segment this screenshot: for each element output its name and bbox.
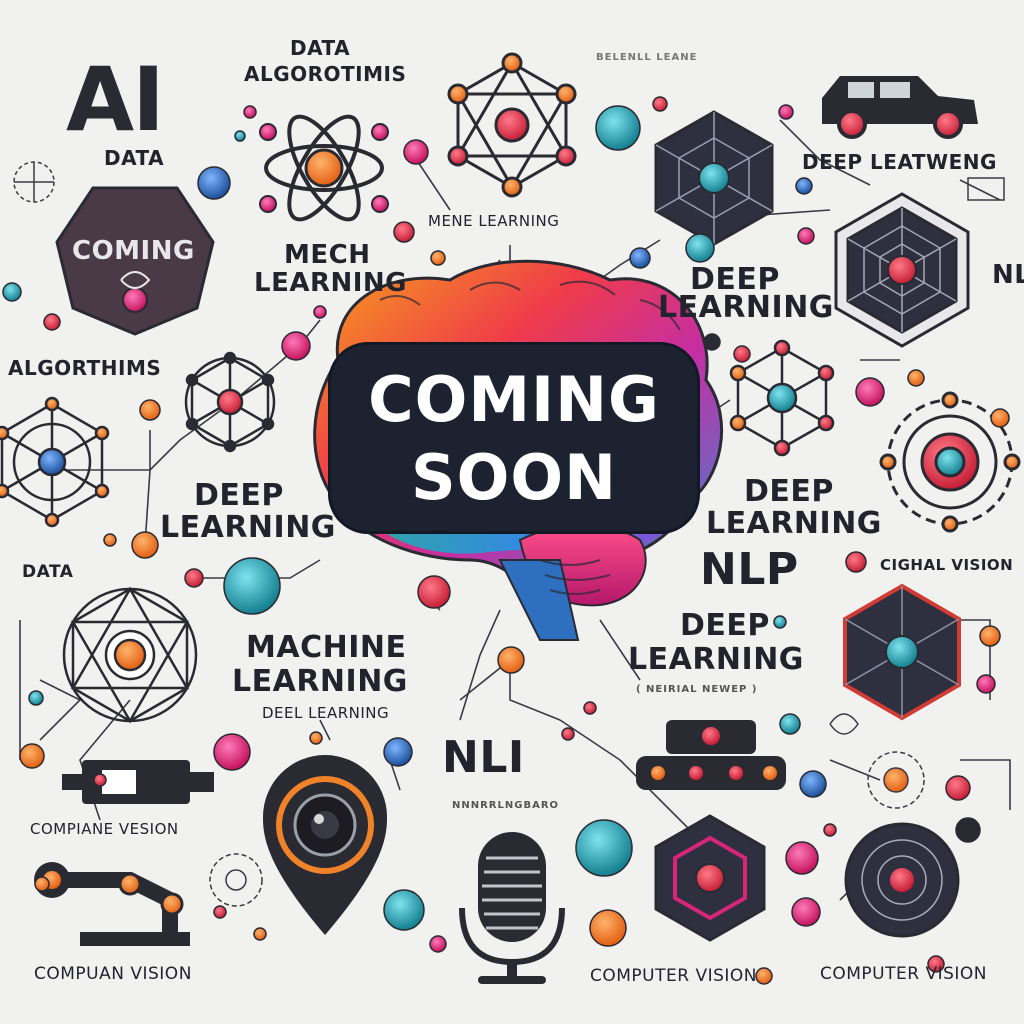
label-deel-learning: DEEL LEARNING [262,704,390,722]
label-compiane-vision: COMPIANE VESION [30,820,179,838]
polyhedron-icon [654,110,774,246]
label-algorthims: ALGORTHIMS [8,356,162,380]
label-algorithms-top: ALGOROTIMIS [244,62,407,86]
label-mech-2: LEARNING [254,268,408,298]
banner-line-coming: COMING [368,363,660,436]
label-cighal-vision: CIGHAL VISION [880,556,1014,574]
atom-icon [259,114,389,222]
label-deep-left-1: DEEP [194,478,284,513]
label-mene-learning: MENE LEARNING [428,212,560,230]
hexagon-node-icon [0,396,110,528]
label-compuan-vision: COMPUAN VISION [34,964,192,984]
label-deep-left-2: LEARNING [160,510,336,545]
label-data-top: DATA [290,36,351,60]
network-icon [834,192,970,348]
label-data-mid: DATA [22,562,74,582]
label-machine-1: MACHINE [246,630,407,665]
gear-node-icon [844,822,960,938]
label-computer-vision-1: COMPUTER VISION [590,966,757,986]
label-mech-1: MECH [284,240,371,270]
label-nlp: NLP [700,544,799,595]
label-deep-leatweng: DEEP LEATWENG [802,150,997,174]
label-nli: NLI [442,732,525,783]
ai-title: AI [66,48,165,151]
label-scribble-top: BELENLL LEANE [596,52,698,63]
label-nl-edge: NL [992,260,1024,290]
label-deep-right-2: LEARNING [706,506,882,541]
gear-node-icon [184,351,276,453]
hexagon-node-icon [843,583,961,721]
camera-icon [263,755,387,935]
coming-soon-banner: COMING SOON [328,342,700,534]
label-coming-badge: COMING [72,236,195,266]
label-deep-top-2: LEARNING [658,290,834,325]
label-machine-2: LEARNING [232,664,408,699]
chip-icon [62,760,214,804]
car-icon [822,76,978,139]
microphone-icon [459,832,565,984]
label-deep-nlp-1: DEEP [680,608,770,643]
label-nli-sub: NNNRRLNGBARO [452,800,560,811]
molecule-icon [447,52,577,198]
label-computer-vision-2: COMPUTER VISION [820,964,987,984]
robot-arm-icon [34,862,190,946]
label-deep-right-1: DEEP [744,474,834,509]
banner-line-soon: SOON [411,441,617,514]
chip-icon [636,720,786,790]
label-neural-network: ( NEIRIAL NEWEP ) [636,684,758,695]
hexagon-node-icon [654,814,766,942]
label-deep-nlp-2: LEARNING [628,642,804,677]
label-data-left: DATA [104,146,165,170]
